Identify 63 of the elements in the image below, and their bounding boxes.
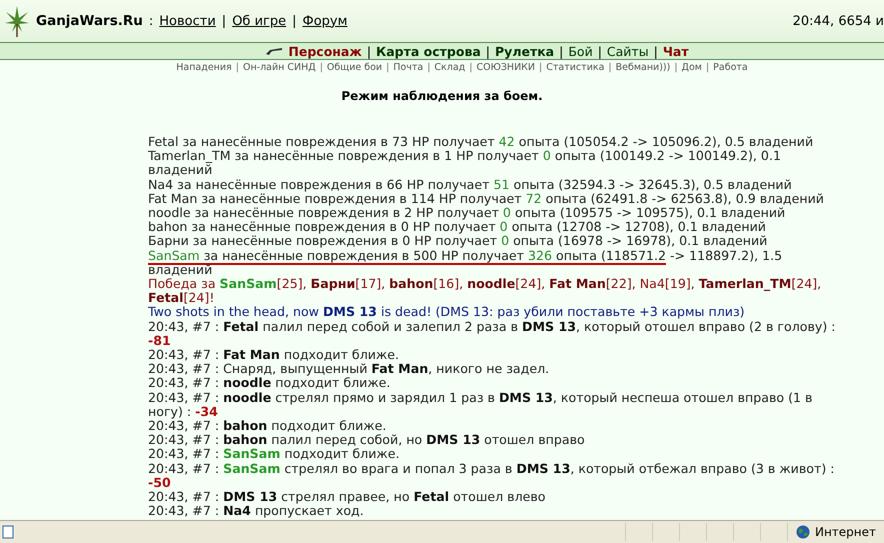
- separator: |: [292, 14, 296, 28]
- separator: |: [674, 62, 678, 73]
- page-icon: [2, 525, 14, 539]
- nav-link[interactable]: Бой: [568, 44, 593, 58]
- separator: |: [654, 44, 658, 58]
- nav-link[interactable]: Сайты: [606, 44, 649, 58]
- log-line: 20:43, #7 : Fetal палил перед собой и залепил 2 раза в DMS 13, который отошел вправо (2 в голову) : -81: [148, 320, 837, 348]
- subnav-link[interactable]: Почта: [393, 62, 424, 73]
- server-status: 20:44, 6654 и: [792, 14, 884, 28]
- separator: |: [320, 62, 323, 73]
- log-line: Барни за нанесённые повреждения в 0 HP получает 0 опыта (16978 -> 16978), 0.1 владений: [148, 234, 768, 249]
- zone-label: Интернет: [814, 525, 876, 539]
- separator: |: [366, 44, 372, 58]
- header-link[interactable]: Новости: [159, 14, 216, 28]
- colon: :: [148, 14, 154, 28]
- site-name: GanjaWars.Ru: [36, 13, 143, 29]
- log-line: Na4 за нанесённые повреждения в 66 HP получает 51 опыта (32594.3 -> 32645.3), 0.5 владений: [148, 178, 793, 192]
- log-line: noodle за нанесённые повреждения в 2 HP получает 0 опыта (109575 -> 109575), 0.1 владений: [148, 206, 786, 220]
- subnav-link[interactable]: Дом: [682, 62, 702, 73]
- separator: |: [539, 62, 542, 73]
- nav-link[interactable]: Рулетка: [495, 44, 554, 58]
- log-line: 20:43, #7 : noodle подходит ближе.: [148, 376, 392, 391]
- subnav-link[interactable]: Работа: [713, 62, 748, 73]
- log-line: bahon за нанесённые повреждения в 0 HP получает 0 опыта (12708 -> 12708), 0.1 владений: [148, 220, 767, 234]
- separator: |: [427, 62, 430, 73]
- separator: |: [222, 14, 226, 28]
- separator: |: [598, 44, 602, 58]
- log-line: 20:43, #7 : SanSam подходит ближе.: [148, 447, 400, 462]
- rifle-icon: [265, 46, 284, 56]
- log-line: 20:43, #7 : bahon палил перед собой, но DMS 13 отошел вправо: [148, 433, 586, 448]
- separator: |: [559, 44, 564, 58]
- header-link[interactable]: Об игре: [232, 14, 286, 28]
- subnav-link[interactable]: СОЮЗНИКИ: [476, 62, 536, 73]
- nav-link[interactable]: Чат: [662, 44, 689, 58]
- subnav-link[interactable]: Общие бои: [326, 62, 382, 73]
- subnav-link[interactable]: Нападения: [176, 62, 232, 73]
- subnav-link[interactable]: Статистика: [546, 62, 604, 73]
- log-line: 20:43, #7 : noodle стрелял прямо и зарядил 1 раз в DMS 13, который неспеша отошел вправо (1 в ногу) : -34: [148, 390, 814, 420]
- log-line: Two shots in the head, now DMS 13 is dead! (DMS 13: раз убили поставьте +3 кармы плиз): [148, 305, 746, 320]
- subnav-link[interactable]: Склад: [434, 62, 466, 73]
- separator: |: [386, 62, 390, 73]
- subnav-link[interactable]: Он-лайн СИНД: [242, 62, 316, 73]
- globe-icon: [796, 525, 810, 539]
- log-line: 20:43, #7 : SanSam стрелял во врага и попал 3 раза в DMS 13, который отбежал вправо (3 в живот) : -50: [148, 462, 836, 490]
- log-line: 20:43, #7 : Fat Man подходит ближе.: [148, 348, 400, 362]
- subnav-link[interactable]: Вебмани))): [616, 62, 670, 73]
- log-line: Fat Man за нанесённые повреждения в 114 HP получает 72 опыта (62491.8 -> 62563.8), 0.9 владений: [148, 192, 825, 206]
- log-line: SanSam за нанесённые повреждения в 500 HP получает 326 опыта (118571.2 -> 118897.2), 1.5 владений: [148, 248, 784, 278]
- separator: |: [236, 62, 239, 73]
- log-line: 20:43, #7 : DMS 13 стрелял правее, но Fetal отошел влево: [148, 490, 546, 504]
- log-line: Победа за SanSam[25], Барни[17], bahon[16], noodle[24], Fat Man[22], Na4[19], Tamerlan_TM[24], Fetal[24]!: [148, 277, 822, 306]
- separator: |: [486, 44, 490, 58]
- nav-link[interactable]: Персонаж: [288, 44, 362, 58]
- log-line: 20:43, #7 : Na4 пропускает ход.: [148, 504, 364, 518]
- nav-link[interactable]: Карта острова: [376, 44, 481, 58]
- page-title: Режим наблюдения за боем.: [340, 89, 544, 103]
- separator: |: [608, 62, 612, 73]
- log-line: 20:43, #7 : Снаряд, выпущенный Fat Man, никого не задел.: [148, 362, 550, 376]
- log-line: 20:43, #7 : bahon подходит ближе.: [148, 419, 388, 434]
- separator: |: [469, 62, 472, 73]
- separator: |: [706, 62, 710, 73]
- header-link[interactable]: Форум: [302, 14, 348, 28]
- log-line: Fetal за нанесённые повреждения в 73 HP получает 42 опыта (105054.2 -> 105096.2), 0.5 владений: [148, 135, 814, 150]
